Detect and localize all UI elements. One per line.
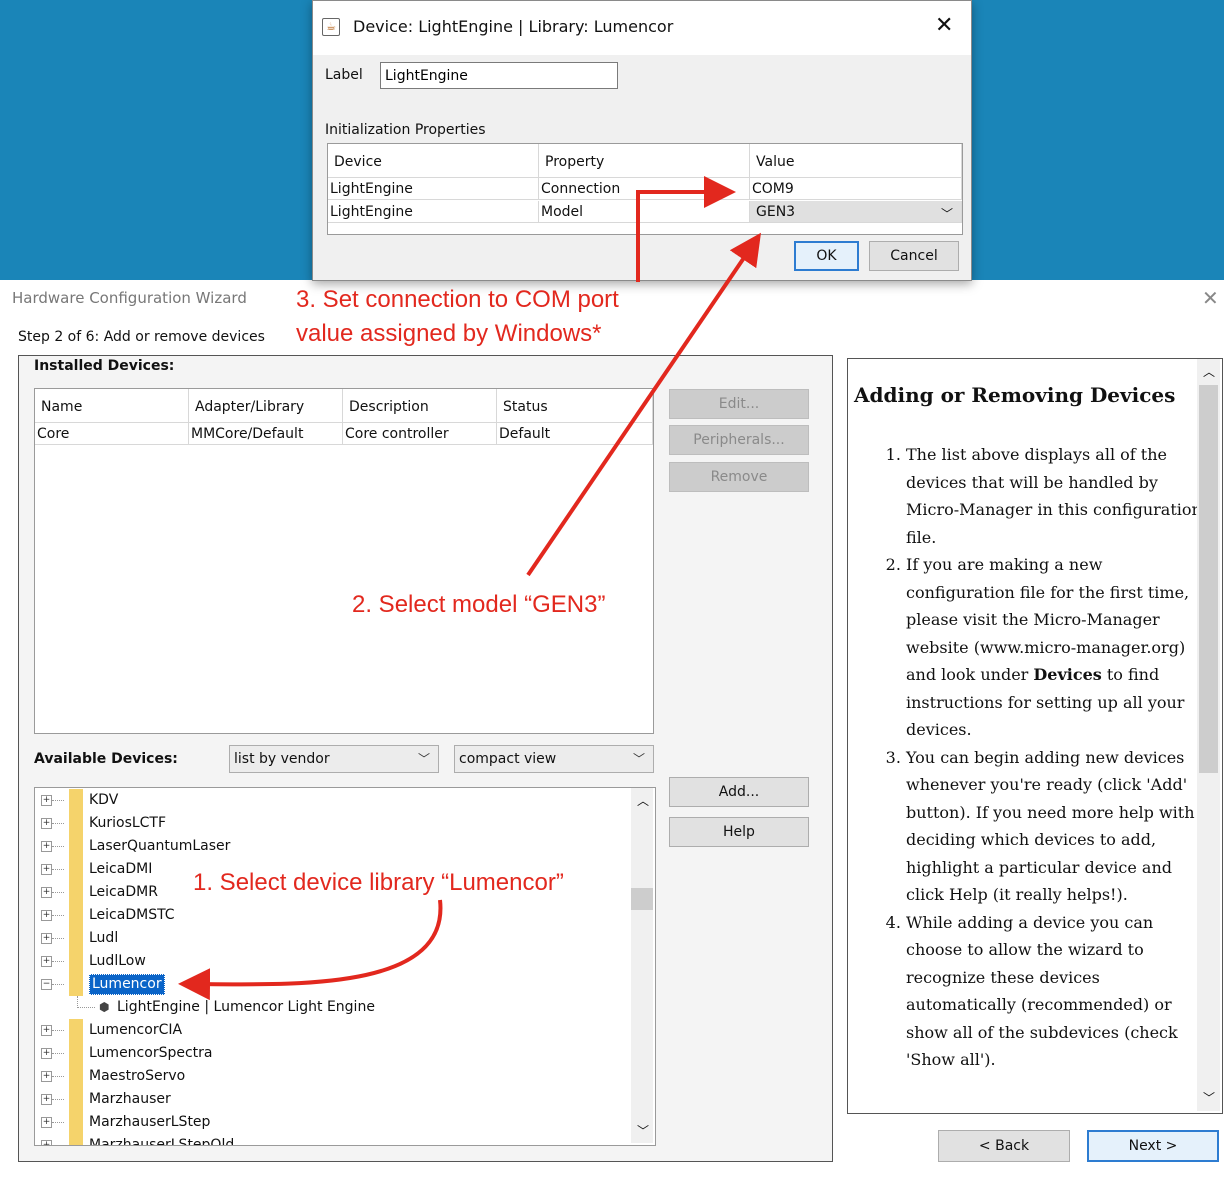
arrow-to-connection-value	[636, 176, 736, 282]
annotation-arrows	[178, 176, 762, 1001]
arrow-to-model-value	[526, 232, 762, 577]
arrow-to-lumencor	[178, 899, 443, 1001]
